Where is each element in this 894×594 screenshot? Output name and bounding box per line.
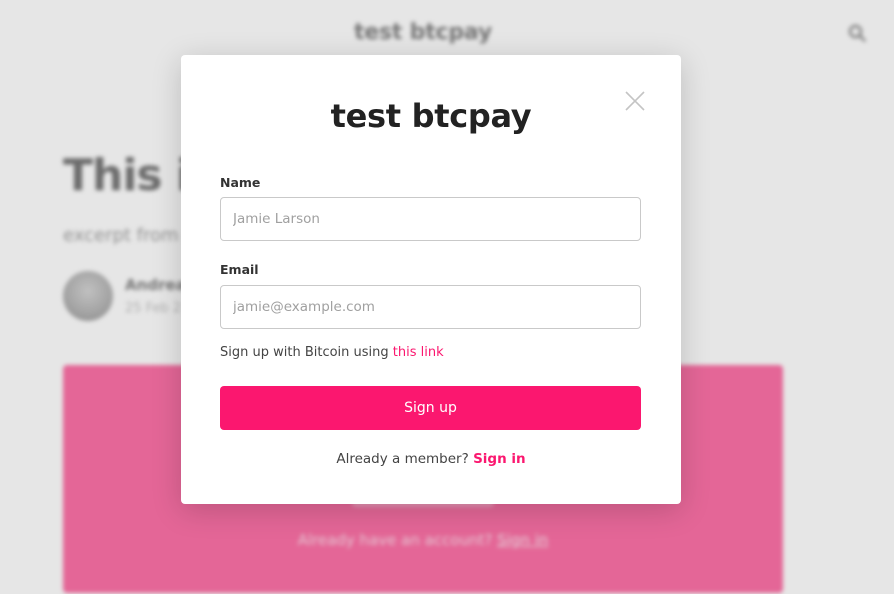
- bitcoin-text: Sign up with Bitcoin using: [220, 345, 389, 360]
- email-label: Email: [220, 262, 259, 277]
- email-input[interactable]: [220, 285, 641, 329]
- signin-link[interactable]: Sign in: [473, 451, 526, 467]
- bitcoin-link[interactable]: this link: [393, 345, 444, 360]
- bitcoin-signup-note: Sign up with Bitcoin using this link: [220, 345, 444, 360]
- signup-button[interactable]: Sign up: [220, 386, 641, 430]
- signup-modal: test btcpay Name Email Sign up with Bitc…: [181, 55, 681, 504]
- member-text: Already a member?: [336, 451, 469, 467]
- name-label: Name: [220, 175, 261, 190]
- modal-title: test btcpay: [330, 97, 532, 135]
- member-signin-line: Already a member? Sign in: [181, 451, 681, 467]
- name-input[interactable]: [220, 197, 641, 241]
